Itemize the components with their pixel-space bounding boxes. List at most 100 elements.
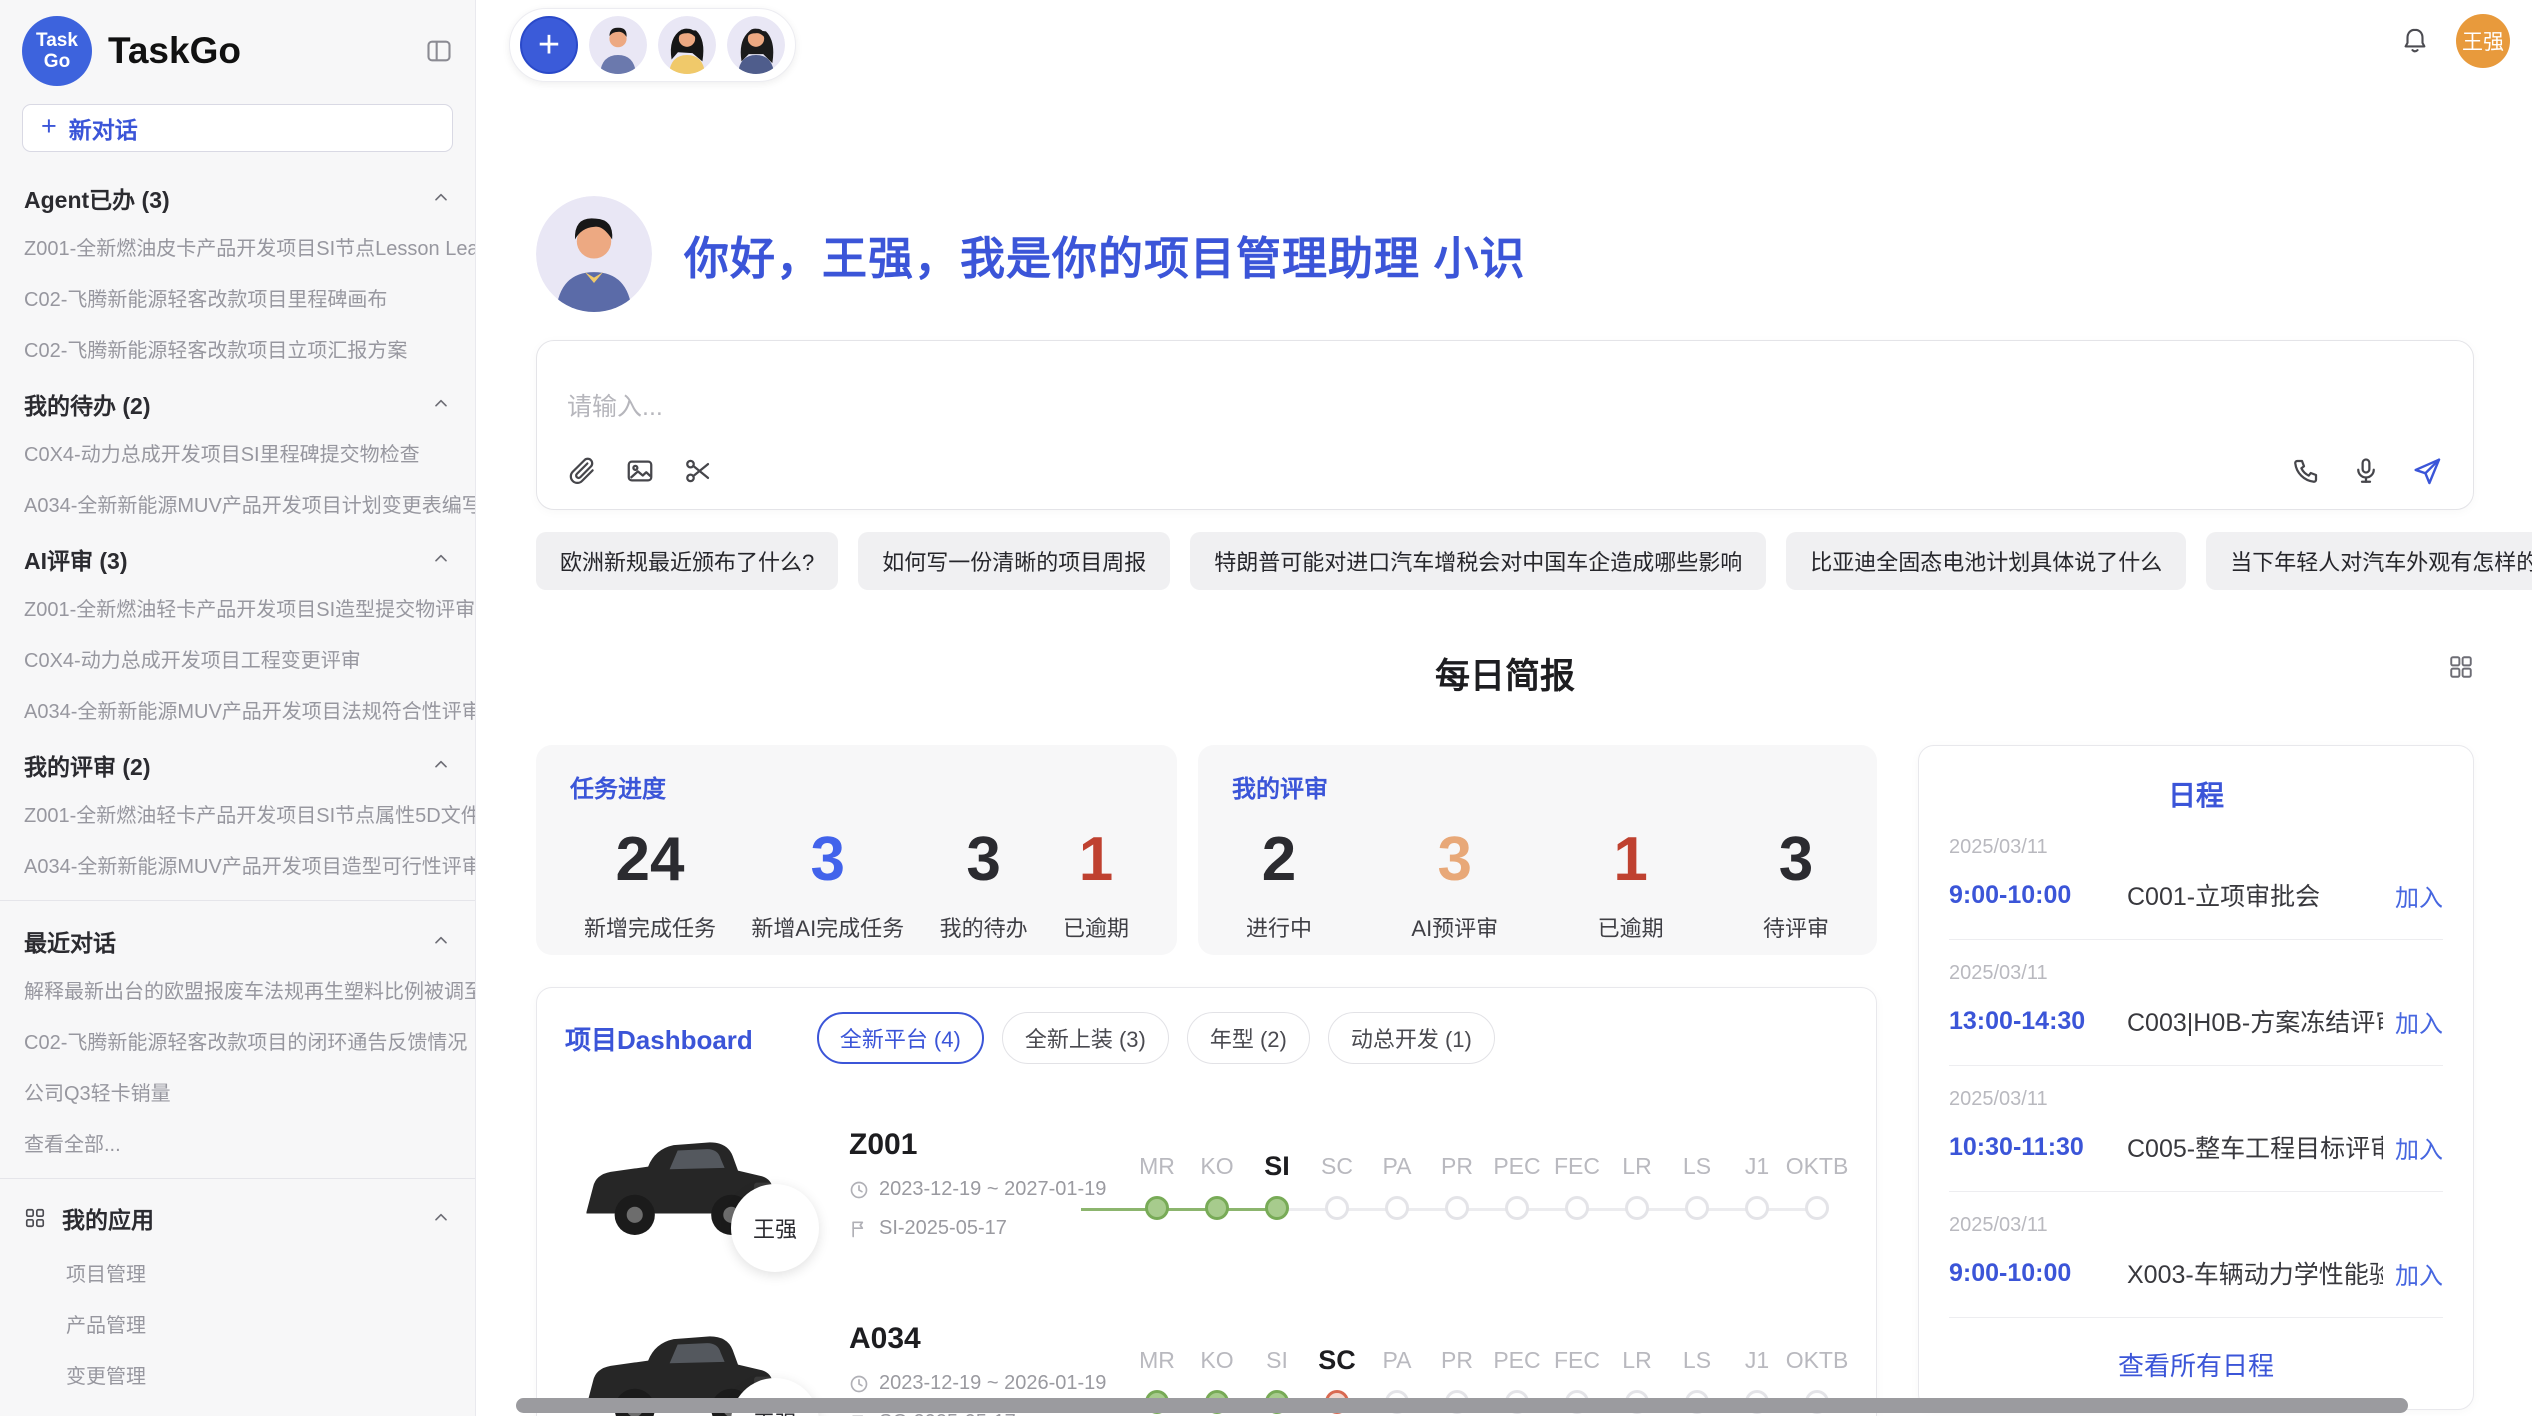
image-icon[interactable] xyxy=(625,456,655,486)
sidebar-task-item[interactable]: C0X4-动力总成开发项目工程变更评审 xyxy=(0,633,475,684)
flag-icon xyxy=(849,1219,869,1239)
mic-icon[interactable] xyxy=(2351,456,2381,486)
avatar[interactable] xyxy=(658,16,716,74)
event-date: 2025/03/11 xyxy=(1949,836,2443,859)
chevron-up-icon[interactable] xyxy=(431,931,451,951)
sidebar-task-item[interactable]: Z001-全新燃油轻卡产品开发项目SI造型提交物评审 xyxy=(0,582,475,633)
stat-value: 3 xyxy=(1763,824,1829,895)
milestone-label: OKTB xyxy=(1786,1342,1849,1378)
send-icon[interactable] xyxy=(2411,455,2443,487)
sidebar-task-item[interactable]: A034-全新新能源MUV产品开发项目造型可行性评审 xyxy=(0,839,475,890)
event-name: C005-整车工程目标评审 xyxy=(2127,1129,2383,1165)
user-avatar[interactable]: 王强 xyxy=(2456,14,2510,68)
project-owner-badge: 王强 xyxy=(731,1184,819,1272)
suggestion-chip[interactable]: 欧洲新规最近颁布了什么? xyxy=(536,532,838,590)
avatar[interactable] xyxy=(727,16,785,74)
horizontal-scrollbar[interactable] xyxy=(516,1398,2408,1413)
stat-label: 新增完成任务 xyxy=(584,911,716,943)
chevron-up-icon[interactable] xyxy=(431,755,451,775)
stat: 3 新增AI完成任务 xyxy=(751,824,904,943)
sidebar-task-item[interactable]: Z001-全新燃油轻卡产品开发项目SI节点属性5D文件评审 xyxy=(0,788,475,839)
view-all-schedule-link[interactable]: 查看所有日程 xyxy=(1949,1318,2443,1383)
milestone-label: LR xyxy=(1622,1148,1651,1184)
stats-row: 任务进度 24 新增完成任务 3 新增AI完成任务 3 我的待办 1 已逾期 我… xyxy=(536,745,1877,955)
sidebar-section-header[interactable]: 我的评审 (2) xyxy=(0,735,475,788)
suggestion-chip[interactable]: 如何写一份清晰的项目周报 xyxy=(858,532,1170,590)
chevron-up-icon[interactable] xyxy=(431,1208,451,1228)
sidebar-section-title: 我的评审 (2) xyxy=(24,748,431,782)
dashboard-filter-chip[interactable]: 全新上装 (3) xyxy=(1002,1012,1169,1064)
stat-label: 待评审 xyxy=(1763,911,1829,943)
chevron-up-icon[interactable] xyxy=(431,188,451,208)
sidebar-task-item[interactable]: 公司Q3轻卡销量 xyxy=(0,1066,475,1117)
collapse-panel-icon[interactable] xyxy=(425,37,453,65)
stat-value: 2 xyxy=(1246,824,1312,895)
event-join-link[interactable]: 加入 xyxy=(2395,1256,2443,1291)
milestone-dot xyxy=(1625,1196,1649,1220)
add-member-button[interactable]: + xyxy=(520,16,578,74)
flag-icon xyxy=(849,1413,869,1416)
sidebar-task-item[interactable]: 解释最新出台的欧盟报废车法规再生塑料比例被调至15%... xyxy=(0,964,475,1015)
bell-icon[interactable] xyxy=(2400,26,2430,56)
chat-input[interactable]: 请输入... xyxy=(567,387,2443,423)
sidebar-section-header[interactable]: AI评审 (3) xyxy=(0,529,475,582)
event-join-link[interactable]: 加入 xyxy=(2395,1004,2443,1039)
dashboard-filter-chip[interactable]: 动总开发 (1) xyxy=(1328,1012,1495,1064)
sidebar-section: AI评审 (3) Z001-全新燃油轻卡产品开发项目SI造型提交物评审C0X4-… xyxy=(0,529,475,735)
chevron-up-icon[interactable] xyxy=(431,549,451,569)
suggestion-chip[interactable]: 当下年轻人对汽车外观有怎样的喜好趋势 xyxy=(2206,532,2532,590)
avatar[interactable] xyxy=(589,16,647,74)
sidebar-section: 我的评审 (2) Z001-全新燃油轻卡产品开发项目SI节点属性5D文件评审A0… xyxy=(0,735,475,890)
recent-header[interactable]: 最近对话 xyxy=(0,911,475,964)
sidebar-task-item[interactable]: C02-飞腾新能源轻客改款项目里程碑画布 xyxy=(0,272,475,323)
event-time: 9:00-10:00 xyxy=(1949,1259,2127,1288)
stat-value: 3 xyxy=(751,824,904,895)
sidebar-app-subitem[interactable]: 查看全部... xyxy=(0,1400,475,1416)
scissors-icon[interactable] xyxy=(683,456,713,486)
new-chat-button[interactable]: + 新对话 xyxy=(22,104,453,152)
sidebar-task-item[interactable]: C02-飞腾新能源轻客改款项目的闭环通告反馈情况 xyxy=(0,1015,475,1066)
sidebar-section-header[interactable]: 我的待办 (2) xyxy=(0,374,475,427)
schedule-title: 日程 xyxy=(1949,774,2443,814)
milestone-dot xyxy=(1445,1196,1469,1220)
sidebar-app-subitem[interactable]: 变更管理 xyxy=(0,1349,475,1400)
sidebar-task-item[interactable]: A034-全新新能源MUV产品开发项目法规符合性评审 xyxy=(0,684,475,735)
sidebar-task-item[interactable]: Z001-全新燃油皮卡产品开发项目SI节点Lesson Learn报告 xyxy=(0,221,475,272)
milestone-label: PR xyxy=(1441,1148,1473,1184)
project-dates: 2023-12-19 ~ 2027-01-19 xyxy=(879,1178,1106,1201)
project-flag-date: SI-2025-05-17 xyxy=(879,1217,1007,1240)
sidebar-task-item[interactable]: C02-飞腾新能源轻客改款项目立项汇报方案 xyxy=(0,323,475,374)
milestone-dot xyxy=(1265,1196,1289,1220)
sidebar-app-subitem[interactable]: 产品管理 xyxy=(0,1298,475,1349)
sidebar-task-item[interactable]: A034-全新新能源MUV产品开发项目计划变更表编写 xyxy=(0,478,475,529)
phone-icon[interactable] xyxy=(2291,456,2321,486)
grid-layout-icon[interactable] xyxy=(2448,654,2474,680)
suggestion-chip[interactable]: 比亚迪全固态电池计划具体说了什么 xyxy=(1786,532,2186,590)
project-row[interactable]: 王强 Z001 2023-12-19 ~ 2027-01-19 SI-2025-… xyxy=(565,1110,1848,1258)
sidebar-item-my-apps[interactable]: 我的应用 xyxy=(0,1189,475,1247)
schedule-card: 日程 2025/03/11 9:00-10:00 C001-立项审批会 加入 2… xyxy=(1918,745,2474,1410)
schedule-event: 2025/03/11 9:00-10:00 C001-立项审批会 加入 xyxy=(1949,814,2443,940)
sidebar-section-title: 我的待办 (2) xyxy=(24,387,431,421)
milestone-dot xyxy=(1565,1196,1589,1220)
sidebar-task-item[interactable]: 查看全部... xyxy=(0,1117,475,1168)
event-date: 2025/03/11 xyxy=(1949,1088,2443,1111)
sidebar-section-header[interactable]: Agent已办 (3) xyxy=(0,168,475,221)
dashboard-filter-chip[interactable]: 年型 (2) xyxy=(1187,1012,1310,1064)
milestone-label: J1 xyxy=(1745,1148,1769,1184)
paperclip-icon[interactable] xyxy=(567,456,597,486)
dashboard-filter-chip[interactable]: 全新平台 (4) xyxy=(817,1012,984,1064)
milestone-dot xyxy=(1205,1196,1229,1220)
project-name: Z001 xyxy=(849,1128,1099,1162)
suggestion-chip[interactable]: 特朗普可能对进口汽车增税会对中国车企造成哪些影响 xyxy=(1190,532,1766,590)
chevron-up-icon[interactable] xyxy=(431,394,451,414)
event-join-link[interactable]: 加入 xyxy=(2395,878,2443,913)
event-join-link[interactable]: 加入 xyxy=(2395,1130,2443,1165)
milestone-dot xyxy=(1385,1196,1409,1220)
recent-list: 解释最新出台的欧盟报废车法规再生塑料比例被调至15%...C02-飞腾新能源轻客… xyxy=(0,964,475,1168)
milestone-label: SI xyxy=(1266,1342,1288,1378)
sidebar-task-item[interactable]: C0X4-动力总成开发项目SI里程碑提交物检查 xyxy=(0,427,475,478)
project-dashboard-card: 项目Dashboard 全新平台 (4)全新上装 (3)年型 (2)动总开发 (… xyxy=(536,987,1877,1416)
sidebar-task-sections: Agent已办 (3) Z001-全新燃油皮卡产品开发项目SI节点Lesson … xyxy=(0,168,475,890)
sidebar-app-subitem[interactable]: 项目管理 xyxy=(0,1247,475,1298)
